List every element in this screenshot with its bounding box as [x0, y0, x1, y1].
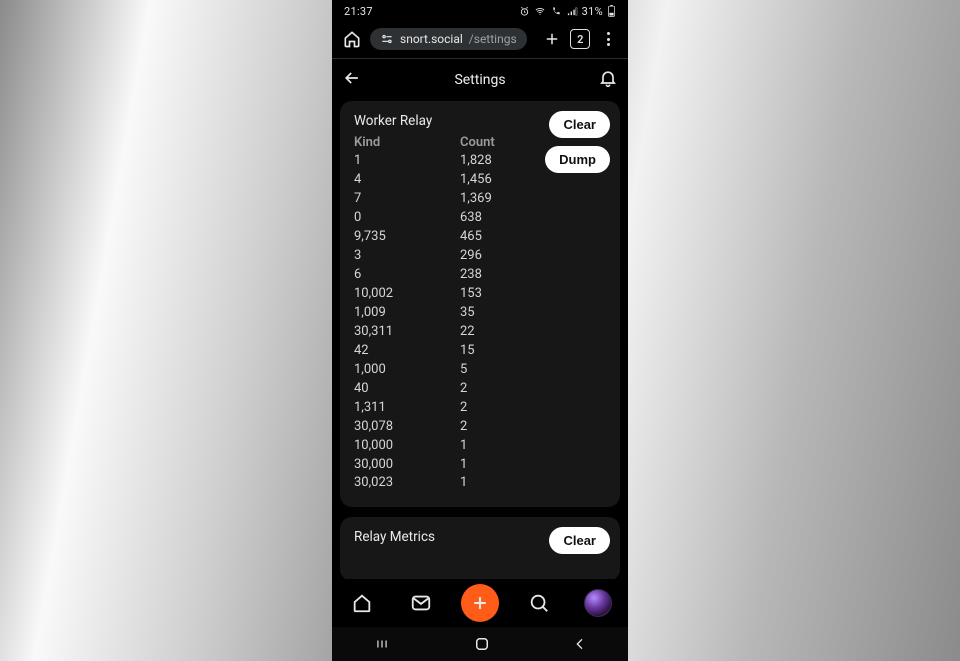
avatar	[584, 589, 612, 617]
android-system-nav	[332, 627, 628, 661]
nav-home[interactable]	[342, 592, 382, 614]
table-cell-kind: 1,000	[354, 361, 454, 380]
worker-relay-table: Kind Count 11,82841,45671,36906389,73546…	[354, 135, 606, 493]
table-cell-count: 465	[460, 228, 606, 247]
table-cell-kind: 30,000	[354, 456, 454, 475]
table-cell-kind: 6	[354, 266, 454, 285]
table-cell-kind: 3	[354, 247, 454, 266]
url-bar[interactable]: snort.social/settings	[370, 28, 527, 50]
table-cell-kind: 0	[354, 209, 454, 228]
android-status-bar: 21:37 31%	[332, 0, 628, 22]
table-cell-count: 2	[460, 380, 606, 399]
browser-menu-button[interactable]	[598, 30, 618, 48]
mail-icon	[410, 592, 432, 614]
table-cell-kind: 10,002	[354, 285, 454, 304]
dump-button[interactable]: Dump	[545, 146, 610, 173]
table-cell-count: 1	[460, 474, 606, 493]
relay-metrics-clear-button[interactable]: Clear	[549, 527, 610, 554]
worker-relay-card: Worker Relay Clear Dump Kind Count 11,82…	[340, 101, 620, 507]
status-icons: 31%	[519, 5, 616, 18]
table-cell-count: 15	[460, 342, 606, 361]
clear-button[interactable]: Clear	[549, 111, 610, 138]
browser-home-button[interactable]	[342, 29, 362, 49]
table-cell-kind: 10,000	[354, 437, 454, 456]
table-cell-count: 296	[460, 247, 606, 266]
relay-metrics-card: Relay Metrics Clear	[340, 517, 620, 579]
content-scroll[interactable]: Worker Relay Clear Dump Kind Count 11,82…	[332, 101, 628, 579]
table-cell-kind: 30,311	[354, 323, 454, 342]
table-cell-count: 1	[460, 437, 606, 456]
table-cell-kind: 9,735	[354, 228, 454, 247]
table-cell-kind: 42	[354, 342, 454, 361]
search-icon	[528, 592, 550, 614]
browser-toolbar: snort.social/settings 2	[332, 22, 628, 58]
table-cell-count: 153	[460, 285, 606, 304]
url-path: /settings	[469, 32, 517, 46]
wifi-icon	[534, 6, 546, 17]
nav-search[interactable]	[519, 592, 559, 614]
page-title: Settings	[454, 72, 505, 88]
bell-icon	[598, 68, 618, 88]
home-button[interactable]	[473, 635, 491, 653]
back-button[interactable]	[342, 68, 362, 92]
home-icon	[351, 592, 373, 614]
compose-fab[interactable]	[461, 584, 499, 622]
battery-text: 31%	[582, 5, 603, 18]
back-system-button[interactable]	[572, 636, 588, 652]
volte-icon	[550, 6, 562, 17]
table-cell-count: 2	[460, 418, 606, 437]
table-cell-count: 1,369	[460, 190, 606, 209]
table-cell-kind: 1,009	[354, 304, 454, 323]
notifications-button[interactable]	[598, 68, 618, 92]
tab-count: 2	[570, 29, 590, 49]
table-cell-count: 1	[460, 456, 606, 475]
table-cell-kind: 40	[354, 380, 454, 399]
signal-icon	[566, 6, 578, 17]
battery-icon	[607, 5, 616, 17]
nav-compose[interactable]	[460, 584, 500, 622]
table-cell-kind: 30,078	[354, 418, 454, 437]
table-cell-count: 2	[460, 399, 606, 418]
table-cell-kind: 30,023	[354, 474, 454, 493]
phone-frame: 21:37 31% snort.social/settings	[332, 0, 628, 661]
nav-messages[interactable]	[401, 592, 441, 614]
col-kind: Kind	[354, 135, 454, 152]
table-cell-kind: 4	[354, 171, 454, 190]
app-bottom-nav	[332, 579, 628, 627]
table-cell-kind: 1,311	[354, 399, 454, 418]
table-cell-count: 1,456	[460, 171, 606, 190]
clock: 21:37	[344, 5, 373, 18]
plus-icon	[470, 593, 490, 613]
page-header: Settings	[332, 59, 628, 101]
table-cell-count: 35	[460, 304, 606, 323]
nav-profile[interactable]	[578, 589, 618, 617]
alarm-icon	[519, 6, 530, 17]
site-settings-icon	[380, 32, 394, 46]
url-host: snort.social	[400, 32, 463, 46]
table-cell-kind: 1	[354, 152, 454, 171]
arrow-left-icon	[342, 68, 362, 88]
recents-button[interactable]	[372, 637, 392, 651]
table-cell-count: 5	[460, 361, 606, 380]
table-cell-count: 22	[460, 323, 606, 342]
table-cell-kind: 7	[354, 190, 454, 209]
new-tab-button[interactable]	[543, 30, 563, 48]
tab-switcher-button[interactable]: 2	[570, 29, 590, 49]
table-cell-count: 638	[460, 209, 606, 228]
table-cell-count: 238	[460, 266, 606, 285]
